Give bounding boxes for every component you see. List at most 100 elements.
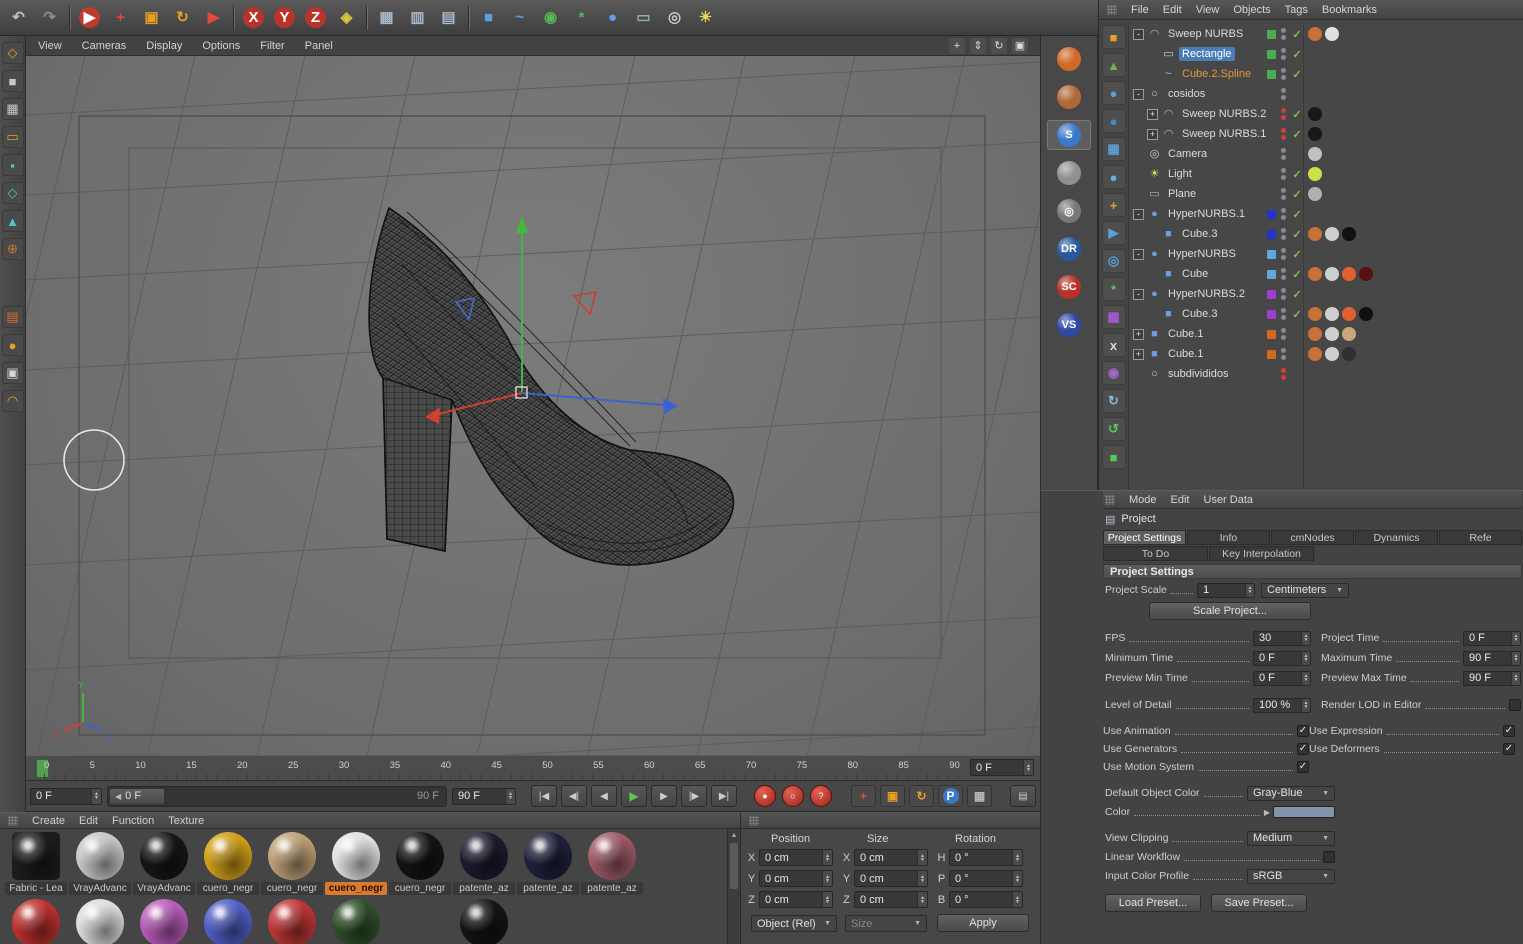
material-swatch[interactable] xyxy=(68,899,132,944)
stepper-icon[interactable]: ▲▼ xyxy=(1301,632,1310,645)
material-swatch[interactable]: cuero_negr xyxy=(388,832,452,895)
keyframe-selection-button[interactable]: ▤ xyxy=(1010,785,1036,807)
time-field[interactable]: 30 ▲▼ xyxy=(1253,631,1311,646)
option-checkbox[interactable]: ✓ xyxy=(1503,725,1515,737)
option-checkbox[interactable]: ✓ xyxy=(1297,725,1309,737)
material-name[interactable]: VrayAdvanc xyxy=(133,882,195,895)
material-swatch[interactable]: VrayAdvanc xyxy=(68,832,132,895)
material-menu-item[interactable]: Function xyxy=(112,815,154,827)
vs-render-badge[interactable]: VS xyxy=(1047,310,1091,340)
material-name[interactable]: Fabric - Lea xyxy=(5,882,67,895)
material-preview[interactable] xyxy=(12,832,60,880)
add-mograph-object-button[interactable]: * xyxy=(567,3,596,32)
stepper-icon[interactable]: ▲▼ xyxy=(1301,672,1310,685)
range-start-handle[interactable]: ◀ 0 F xyxy=(110,789,164,804)
time-field[interactable]: 0 F ▲▼ xyxy=(1253,671,1311,686)
live-selection-tool[interactable]: ▶ xyxy=(75,3,104,32)
material-swatch[interactable] xyxy=(132,899,196,944)
size-mode-dropdown[interactable]: Size▼ xyxy=(845,915,927,932)
layer-color-swatch[interactable] xyxy=(1267,330,1276,339)
layer-color-swatch[interactable] xyxy=(1267,250,1276,259)
goto-start-button[interactable]: |◀ xyxy=(531,785,557,807)
material-preview[interactable] xyxy=(12,899,60,944)
visibility-dots[interactable] xyxy=(1281,148,1286,160)
current-frame-field[interactable]: 0 F ▲▼ xyxy=(970,759,1034,776)
viewport-menu-item[interactable]: Filter xyxy=(260,40,284,52)
tag-icons[interactable] xyxy=(1308,207,1373,221)
toolbar-spacer[interactable] xyxy=(2,266,24,300)
viewport-menu-item[interactable]: View xyxy=(38,40,62,52)
object-tree-row[interactable]: + ■ Cube.1 xyxy=(1129,344,1523,364)
object-name[interactable]: Cube xyxy=(1179,267,1211,281)
enabled-check-icon[interactable]: ✓ xyxy=(1290,268,1304,281)
enabled-check-icon[interactable]: ✓ xyxy=(1290,228,1304,241)
stepper-icon[interactable]: ▲▼ xyxy=(91,789,101,804)
tag-icons[interactable] xyxy=(1308,167,1373,181)
layer-color-swatch[interactable] xyxy=(1267,370,1276,379)
material-menu-item[interactable]: Create xyxy=(32,815,65,827)
viewport-canvas[interactable]: Y X Z xyxy=(26,56,1040,755)
object-name[interactable]: Plane xyxy=(1165,187,1199,201)
tab-project-settings[interactable]: Project Settings xyxy=(1103,530,1186,545)
palette-sphere2-icon[interactable]: ● xyxy=(1102,109,1126,133)
stepper-icon[interactable]: ▲▼ xyxy=(1511,672,1520,685)
level-of-detail-field[interactable]: 100 % ▲▼ xyxy=(1253,698,1311,713)
stepper-icon[interactable]: ▲▼ xyxy=(822,850,832,865)
stepper-icon[interactable]: ▲▼ xyxy=(1023,760,1033,775)
tab-key-interpolation[interactable]: Key Interpolation xyxy=(1209,546,1314,561)
apply-button[interactable]: Apply xyxy=(937,914,1029,932)
coordinate-space-dropdown[interactable]: Object (Rel)▼ xyxy=(751,915,837,932)
scroll-up-icon[interactable]: ▲ xyxy=(728,829,740,841)
layer-color-swatch[interactable] xyxy=(1267,190,1276,199)
snap-settings-button[interactable]: ◠ xyxy=(2,390,24,412)
option-checkbox[interactable]: ✓ xyxy=(1503,743,1515,755)
stepper-icon[interactable]: ▲▼ xyxy=(917,850,927,865)
texture-mode-button[interactable]: ▦ xyxy=(2,98,24,120)
panel-grip-icon[interactable] xyxy=(1107,5,1117,15)
toolbar-separator[interactable] xyxy=(363,3,370,32)
attribute-menu-item[interactable]: Mode xyxy=(1129,494,1157,506)
enabled-check-icon[interactable]: ✓ xyxy=(1290,288,1304,301)
stepper-icon[interactable]: ▲▼ xyxy=(1511,632,1520,645)
material-name[interactable]: cuero_negr xyxy=(325,882,387,895)
scale-tool[interactable]: ▣ xyxy=(137,3,166,32)
option-checkbox[interactable]: ✓ xyxy=(1297,761,1309,773)
palette-flower-icon[interactable]: * xyxy=(1102,277,1126,301)
tag-icons[interactable] xyxy=(1308,187,1373,201)
palette-swirl-icon[interactable]: ↻ xyxy=(1102,389,1126,413)
material-swatch[interactable]: patente_az xyxy=(580,832,644,895)
rotation-field[interactable]: 0 ° ▲▼ xyxy=(949,891,1023,908)
visibility-dots[interactable] xyxy=(1281,208,1286,220)
toggle-panels-icon[interactable]: ▣ xyxy=(1012,38,1028,54)
prev-frame-button[interactable]: ◀ xyxy=(591,785,617,807)
visibility-dots[interactable] xyxy=(1281,288,1286,300)
add-spline-button[interactable]: ~ xyxy=(505,3,534,32)
object-name[interactable]: HyperNURBS.2 xyxy=(1165,287,1248,301)
object-tree-row[interactable]: ▭ Plane ✓ xyxy=(1129,184,1523,204)
material-name[interactable]: patente_az xyxy=(517,882,579,895)
object-tree-row[interactable]: ☀ Light ✓ xyxy=(1129,164,1523,184)
timeline-ruler[interactable]: 051015202530354045505560657075808590 0 F… xyxy=(26,755,1040,781)
scroll-thumb[interactable] xyxy=(730,843,738,889)
object-tree-row[interactable]: + ◠ Sweep NURBS.2 ✓ xyxy=(1129,104,1523,124)
object-name[interactable]: Light xyxy=(1165,167,1195,181)
lock-y-axis-button[interactable]: Y xyxy=(270,3,299,32)
object-manager-menu-item[interactable]: Edit xyxy=(1163,4,1182,16)
palette-cube-icon[interactable]: ■ xyxy=(1102,25,1126,49)
stepper-icon[interactable]: ▲▼ xyxy=(822,892,832,907)
record-pla-toggle[interactable]: ▦ xyxy=(967,785,992,807)
undo-button[interactable]: ↶ xyxy=(4,3,33,32)
attribute-menu-item[interactable]: Edit xyxy=(1171,494,1190,506)
time-field[interactable]: 0 F ▲▼ xyxy=(1463,631,1521,646)
object-name[interactable]: cosidos xyxy=(1165,87,1208,101)
palette-x-icon[interactable]: x xyxy=(1102,333,1126,357)
object-name[interactable]: Cube.1 xyxy=(1165,327,1206,341)
enabled-check-icon[interactable]: ✓ xyxy=(1290,68,1304,81)
object-name[interactable]: HyperNURBS.1 xyxy=(1165,207,1248,221)
next-key-button[interactable]: |▶ xyxy=(681,785,707,807)
enabled-check-icon[interactable]: ✓ xyxy=(1290,28,1304,41)
time-field[interactable]: 90 F ▲▼ xyxy=(1463,671,1521,686)
tag-icons[interactable] xyxy=(1308,27,1373,41)
rotate-tool[interactable]: ↻ xyxy=(168,3,197,32)
layer-color-swatch[interactable] xyxy=(1267,70,1276,79)
